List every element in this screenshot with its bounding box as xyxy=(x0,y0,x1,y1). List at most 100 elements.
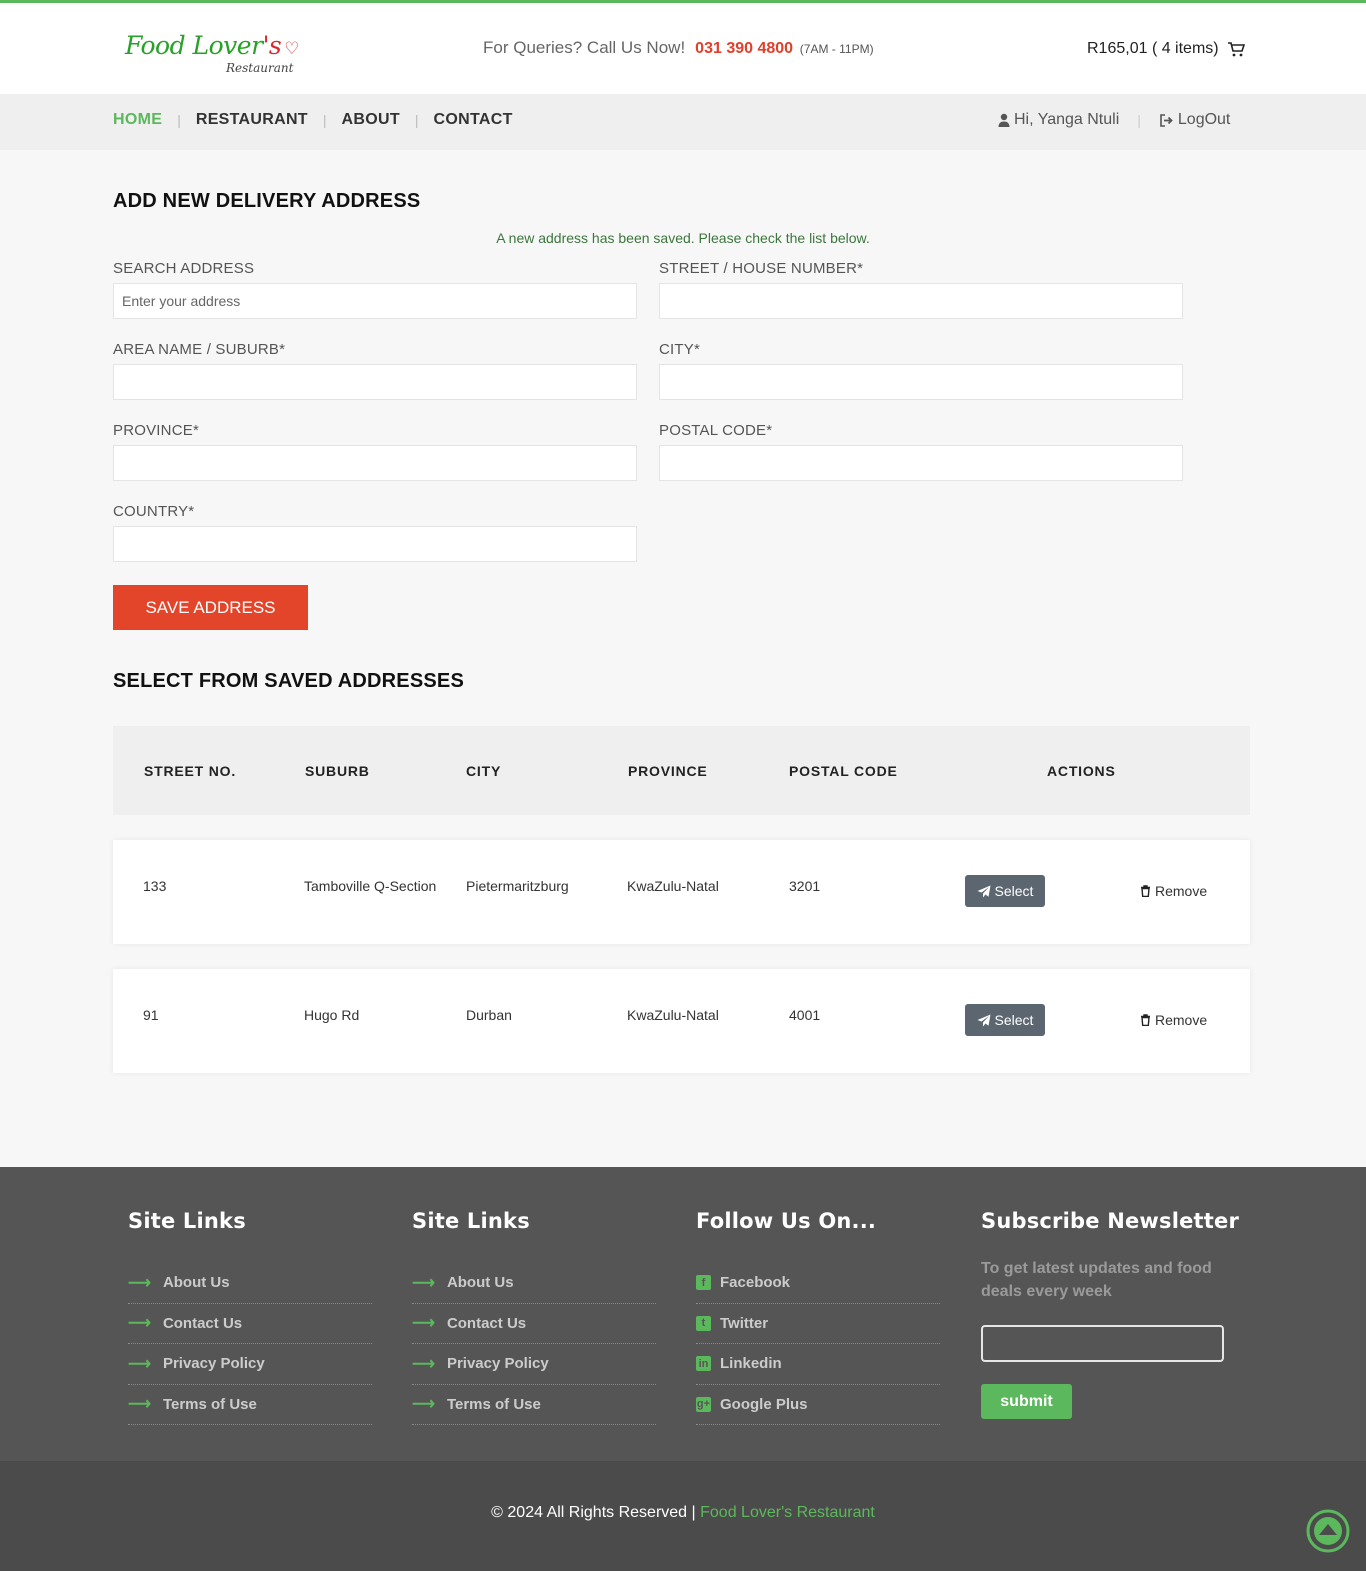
cart-summary[interactable]: R165,01 ( 4 items) xyxy=(1087,40,1245,58)
cell-suburb: Tamboville Q-Section xyxy=(304,878,437,894)
nav-divider: | xyxy=(177,112,181,128)
cell-province: KwaZulu-Natal xyxy=(627,878,719,894)
arrow-right-icon: ⟶ xyxy=(128,1274,151,1292)
nav-item-restaurant[interactable]: RESTAURANT xyxy=(196,111,308,129)
google-plus-icon: g+ xyxy=(696,1396,711,1412)
footer-link-terms[interactable]: ⟶ Terms of Use xyxy=(412,1385,656,1425)
province-input[interactable] xyxy=(113,445,637,481)
user-greeting[interactable]: Hi, Yanga Ntuli xyxy=(1014,111,1119,129)
remove-label: Remove xyxy=(1155,883,1208,899)
footer-link-privacy[interactable]: ⟶ Privacy Policy xyxy=(412,1344,656,1385)
footer-newsletter: Subscribe Newsletter To get latest updat… xyxy=(981,1209,1241,1303)
footer-column-title: Site Links xyxy=(128,1209,246,1233)
social-link-google-plus[interactable]: g+ Google Plus xyxy=(696,1385,940,1425)
footer-link-privacy[interactable]: ⟶ Privacy Policy xyxy=(128,1344,372,1385)
select-label: Select xyxy=(994,883,1034,899)
cell-street: 133 xyxy=(143,878,167,894)
add-address-title: ADD NEW DELIVERY ADDRESS xyxy=(113,190,421,212)
footer-link-terms[interactable]: ⟶ Terms of Use xyxy=(128,1385,372,1425)
nav-divider: | xyxy=(1137,112,1141,128)
country-input[interactable] xyxy=(113,526,637,562)
footer-link-about[interactable]: ⟶ About Us xyxy=(128,1263,372,1304)
logo-subtitle: Restaurant xyxy=(226,61,294,75)
site-logo[interactable]: Food Lover's ♡ Restaurant xyxy=(125,31,305,81)
nav-divider: | xyxy=(322,112,327,128)
trash-icon xyxy=(1141,885,1150,897)
column-header-street: STREET NO. xyxy=(144,763,237,779)
province-label: PROVINCE* xyxy=(113,422,199,439)
newsletter-submit-button[interactable]: submit xyxy=(981,1384,1072,1419)
postal-code-input[interactable] xyxy=(659,445,1183,481)
arrow-right-icon: ⟶ xyxy=(412,1315,435,1333)
saved-addresses-title: SELECT FROM SAVED ADDRESSES xyxy=(113,670,464,692)
footer-column-title: Follow Us On... xyxy=(696,1209,877,1233)
arrow-right-icon: ⟶ xyxy=(412,1355,435,1373)
footer-link-contact[interactable]: ⟶ Contact Us xyxy=(412,1304,656,1344)
footer-social-links: Follow Us On... f Facebook t Twitter in Lin… xyxy=(696,1209,940,1425)
site-header: Food Lover's ♡ Restaurant For Queries? Ca… xyxy=(0,3,1366,94)
arrow-right-icon: ⟶ xyxy=(412,1396,435,1414)
social-link-linkedin[interactable]: in Linkedin xyxy=(696,1344,940,1385)
contact-info: For Queries? Call Us Now! 031 390 4800 (7… xyxy=(483,38,874,58)
cart-icon xyxy=(1227,42,1245,57)
cell-suburb: Hugo Rd xyxy=(304,1007,360,1023)
linkedin-icon: in xyxy=(696,1356,711,1372)
select-address-button[interactable]: Select xyxy=(965,1004,1045,1036)
street-label: STREET / HOUSE NUMBER* xyxy=(659,260,864,277)
remove-label: Remove xyxy=(1155,1012,1208,1028)
footer-column-title: Subscribe Newsletter xyxy=(981,1209,1240,1233)
main-nav: HOME | RESTAURANT | ABOUT | CONTACT Hi, … xyxy=(0,94,1366,150)
opening-hours: (7AM - 11PM) xyxy=(799,42,874,56)
country-label: COUNTRY* xyxy=(113,503,195,520)
suburb-input[interactable] xyxy=(113,364,637,400)
arrow-right-icon: ⟶ xyxy=(128,1355,151,1373)
save-address-button[interactable]: SAVE ADDRESS xyxy=(113,585,308,630)
select-address-button[interactable]: Select xyxy=(965,875,1045,907)
arrow-right-icon: ⟶ xyxy=(412,1274,435,1292)
footer-site-links-2: Site Links ⟶ About Us ⟶ Contact Us ⟶ Privac… xyxy=(412,1209,656,1425)
footer-link-about[interactable]: ⟶ About Us xyxy=(412,1263,656,1304)
phone-number: 031 390 4800 xyxy=(695,40,794,57)
remove-address-button[interactable]: Remove xyxy=(1140,883,1207,899)
nav-item-about[interactable]: ABOUT xyxy=(342,111,400,129)
nav-item-home[interactable]: HOME xyxy=(113,111,162,129)
cell-city: Durban xyxy=(466,1007,512,1023)
paper-plane-icon xyxy=(977,885,991,897)
arrow-right-icon: ⟶ xyxy=(128,1315,151,1333)
nav-item-contact[interactable]: CONTACT xyxy=(434,111,513,129)
column-header-postal-code: POSTAL CODE xyxy=(789,763,898,779)
logout-icon xyxy=(1159,113,1174,127)
city-label: CITY* xyxy=(659,341,701,358)
arrow-right-icon: ⟶ xyxy=(128,1396,151,1414)
user-icon xyxy=(998,113,1010,127)
brand-link[interactable]: Food Lover's Restaurant xyxy=(700,1504,875,1521)
postal-code-label: POSTAL CODE* xyxy=(659,422,773,439)
table-row: 91 Hugo Rd Durban KwaZulu-Natal 4001 Sel… xyxy=(113,969,1250,1073)
remove-address-button[interactable]: Remove xyxy=(1140,1012,1207,1028)
nav-menu: HOME | RESTAURANT | ABOUT | CONTACT xyxy=(113,111,513,129)
copyright-bar: © 2024 All Rights Reserved | Food Lover'… xyxy=(0,1461,1366,1571)
cell-province: KwaZulu-Natal xyxy=(627,1007,719,1023)
logout-link[interactable]: LogOut xyxy=(1178,111,1230,129)
city-input[interactable] xyxy=(659,364,1183,400)
search-address-input[interactable] xyxy=(113,283,637,319)
street-input[interactable] xyxy=(659,283,1183,319)
cell-postal-code: 3201 xyxy=(789,878,821,894)
user-menu: Hi, Yanga Ntuli | LogOut xyxy=(998,111,1230,129)
facebook-icon: f xyxy=(696,1275,711,1291)
table-row: 133 Tamboville Q-Section Pietermaritzbur… xyxy=(113,840,1250,944)
nav-divider: | xyxy=(414,112,419,128)
cell-postal-code: 4001 xyxy=(789,1007,821,1023)
cart-total: R165,01 ( 4 items) xyxy=(1087,40,1219,57)
newsletter-email-input[interactable] xyxy=(981,1325,1224,1362)
copyright-text: © 2024 All Rights Reserved | Food Lover'… xyxy=(491,1504,875,1521)
search-address-label: SEARCH ADDRESS xyxy=(113,260,255,277)
twitter-icon: t xyxy=(696,1315,711,1331)
scroll-to-top-icon[interactable] xyxy=(1306,1509,1350,1553)
table-header: STREET NO. SUBURB CITY PROVINCE POSTAL C… xyxy=(113,726,1250,815)
column-header-province: PROVINCE xyxy=(628,763,708,779)
footer-link-contact[interactable]: ⟶ Contact Us xyxy=(128,1304,372,1344)
social-link-facebook[interactable]: f Facebook xyxy=(696,1263,940,1304)
cell-street: 91 xyxy=(143,1007,159,1023)
social-link-twitter[interactable]: t Twitter xyxy=(696,1304,940,1344)
